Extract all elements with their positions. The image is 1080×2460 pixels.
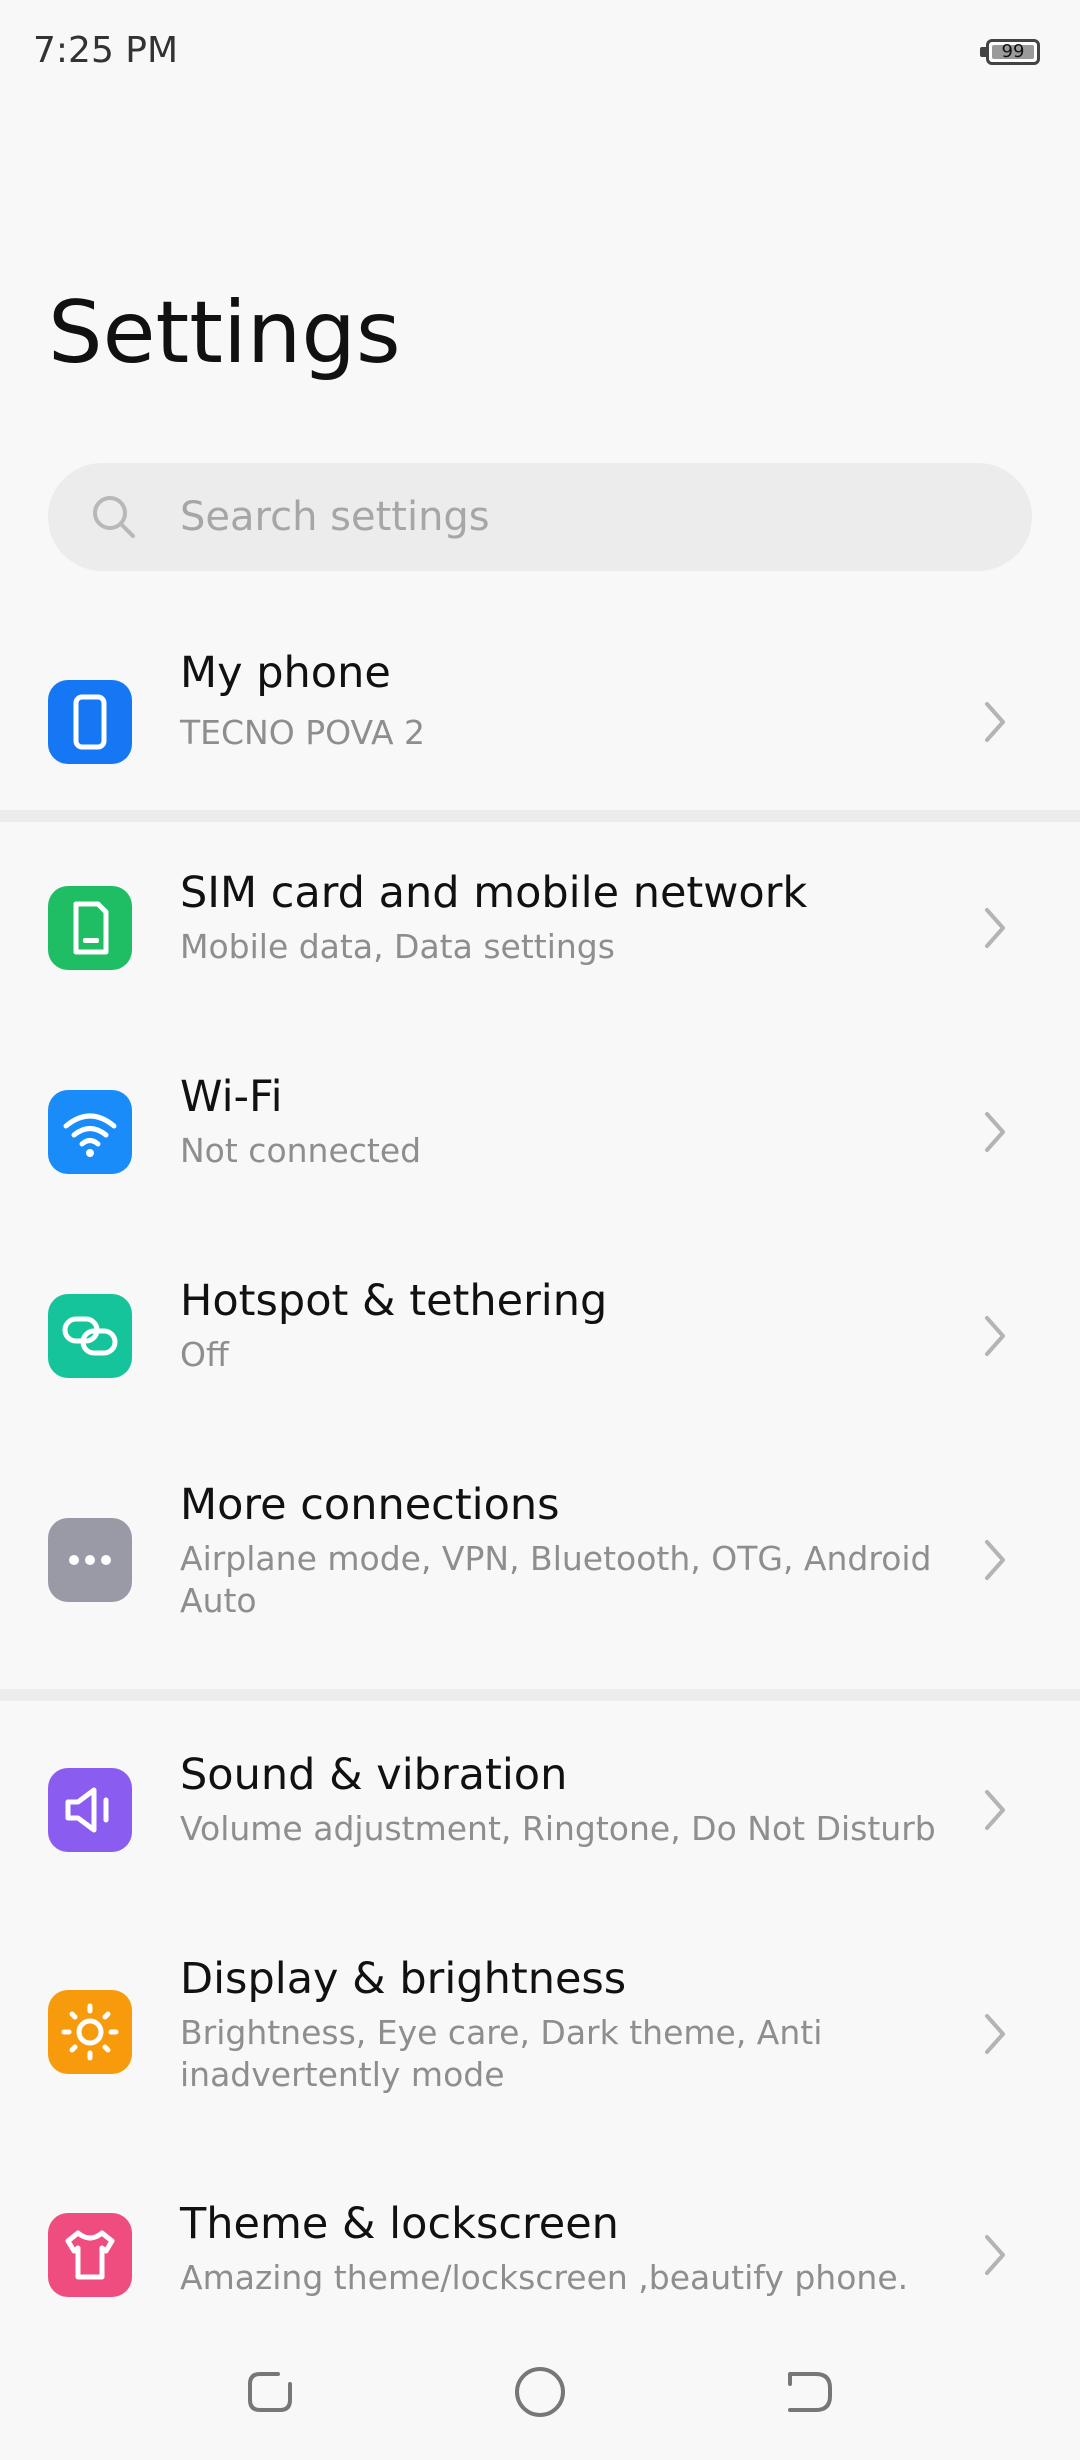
chevron-right-icon (985, 702, 1005, 742)
chevron-right-icon (985, 1540, 1005, 1580)
recents-button[interactable] (238, 2360, 302, 2424)
settings-item-subtitle: Brightness, Eye care, Dark theme, Anti i… (180, 2013, 823, 2094)
settings-item-sim-card[interactable]: SIM card and mobile network Mobile data,… (0, 868, 1080, 1028)
wifi-icon (48, 1090, 132, 1174)
settings-item-title: Sound & vibration (180, 1750, 568, 1800)
battery-icon: 99 (980, 39, 1044, 69)
settings-item-subtitle: TECNO POVA 2 (180, 713, 426, 752)
sim-card-icon (48, 886, 132, 970)
status-time: 7:25 PM (33, 30, 179, 71)
settings-item-title: More connections (180, 1480, 560, 1530)
speaker-icon (48, 1768, 132, 1852)
settings-item-title: Theme & lockscreen (180, 2199, 619, 2249)
chevron-right-icon (985, 2235, 1005, 2275)
hotspot-icon (48, 1294, 132, 1378)
search-input[interactable]: Search settings (48, 463, 1032, 571)
section-divider (0, 1689, 1080, 1701)
chevron-right-icon (985, 1112, 1005, 1152)
more-icon (48, 1518, 132, 1602)
settings-item-display[interactable]: Display & brightness Brightness, Eye car… (0, 1954, 1080, 2154)
navigation-bar (0, 2330, 1080, 2460)
chevron-right-icon (985, 908, 1005, 948)
settings-item-subtitle: Airplane mode, VPN, Bluetooth, OTG, Andr… (180, 1539, 932, 1620)
settings-item-title: Wi-Fi (180, 1072, 283, 1122)
phone-icon (48, 680, 132, 764)
search-icon (93, 496, 135, 538)
settings-item-subtitle: Not connected (180, 1131, 422, 1170)
settings-item-title: Display & brightness (180, 1954, 627, 2004)
chevron-right-icon (985, 1316, 1005, 1356)
settings-item-title: Hotspot & tethering (180, 1276, 608, 1326)
settings-item-more-connections[interactable]: More connections Airplane mode, VPN, Blu… (0, 1480, 1080, 1680)
settings-item-theme[interactable]: Theme & lockscreen Amazing theme/lockscr… (0, 2199, 1080, 2329)
settings-item-subtitle: Volume adjustment, Ringtone, Do Not Dist… (180, 1809, 936, 1848)
status-bar: 7:25 PM 99 (0, 0, 1080, 110)
chevron-right-icon (985, 2014, 1005, 2054)
settings-item-sound[interactable]: Sound & vibration Volume adjustment, Rin… (0, 1750, 1080, 1910)
page-title: Settings (48, 283, 401, 383)
settings-item-subtitle: Mobile data, Data settings (180, 927, 615, 966)
settings-item-title: SIM card and mobile network (180, 868, 808, 918)
settings-item-title: My phone (180, 648, 391, 698)
section-divider (0, 810, 1080, 822)
settings-item-subtitle: Off (180, 1335, 229, 1374)
home-button[interactable] (508, 2360, 572, 2424)
back-button[interactable] (778, 2360, 842, 2424)
shirt-icon (48, 2213, 132, 2297)
settings-item-my-phone[interactable]: My phone TECNO POVA 2 (0, 640, 1080, 810)
search-placeholder: Search settings (180, 494, 490, 540)
battery-percent: 99 (1001, 41, 1025, 62)
chevron-right-icon (985, 1790, 1005, 1830)
sun-icon (48, 1990, 132, 2074)
settings-item-wifi[interactable]: Wi-Fi Not connected (0, 1072, 1080, 1232)
settings-item-subtitle: Amazing theme/lockscreen ,beautify phone… (180, 2258, 909, 2297)
settings-item-hotspot[interactable]: Hotspot & tethering Off (0, 1276, 1080, 1436)
